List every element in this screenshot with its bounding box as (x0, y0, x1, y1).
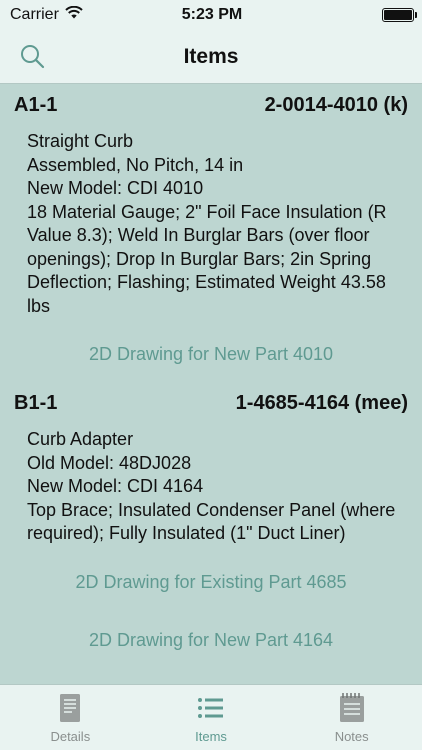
tab-notes[interactable]: Notes (281, 685, 422, 750)
item-description: Straight Curb Assembled, No Pitch, 14 in… (0, 126, 422, 318)
status-time: 5:23 PM (181, 6, 243, 23)
item-code: 2-0014-4010 (k) (264, 93, 408, 116)
item-header: A1-1 2-0014-4010 (k) (0, 84, 422, 126)
item-line: Assembled, No Pitch, 14 in (27, 154, 244, 175)
battery-icon (382, 8, 417, 22)
carrier-label: Carrier (10, 6, 59, 23)
item-line: 18 Material Gauge; 2" Foil Face Insulati… (27, 201, 387, 316)
battery-level (384, 10, 412, 20)
tab-details[interactable]: Details (0, 685, 141, 750)
notes-icon (339, 693, 364, 722)
item-line: Top Brace; Insulated Condenser Panel (wh… (27, 499, 396, 544)
list-item: A1-1 2-0014-4010 (k) Straight Curb Assem… (0, 84, 422, 366)
tab-label: Items (195, 729, 227, 744)
item-line: Straight Curb (27, 131, 134, 151)
tab-label: Details (50, 729, 91, 744)
search-button[interactable] (18, 42, 48, 72)
page-title: Items (183, 44, 239, 68)
item-id: B1-1 (14, 391, 58, 414)
status-bar: Carrier 5:23 PM (0, 0, 422, 30)
drawing-link-existing-4685[interactable]: 2D Drawing for Existing Part 4685 (0, 570, 422, 594)
drawing-link-new-4010[interactable]: 2D Drawing for New Part 4010 (0, 342, 422, 366)
wifi-icon (65, 5, 83, 24)
drawing-link-new-4164[interactable]: 2D Drawing for New Part 4164 (0, 628, 422, 652)
item-code: 1-4685-4164 (mee) (235, 391, 408, 414)
item-line: New Model: CDI 4164 (27, 476, 204, 496)
item-line: Old Model: 48DJ028 (27, 452, 192, 473)
item-header: B1-1 1-4685-4164 (mee) (0, 382, 422, 424)
list-item: B1-1 1-4685-4164 (mee) Curb Adapter Old … (0, 382, 422, 652)
tab-bar: Details Items Notes (0, 684, 422, 750)
search-icon (21, 45, 45, 69)
items-list[interactable]: A1-1 2-0014-4010 (k) Straight Curb Assem… (0, 84, 422, 684)
item-line: New Model: CDI 4010 (27, 178, 204, 198)
item-line: Curb Adapter (27, 429, 134, 449)
details-icon (60, 694, 81, 722)
list-icon (198, 698, 223, 718)
item-id: A1-1 (14, 93, 58, 116)
navigation-bar: Items (0, 30, 422, 84)
tab-label: Notes (334, 729, 369, 744)
tab-items[interactable]: Items (141, 685, 282, 750)
item-description: Curb Adapter Old Model: 48DJ028 New Mode… (0, 424, 422, 546)
